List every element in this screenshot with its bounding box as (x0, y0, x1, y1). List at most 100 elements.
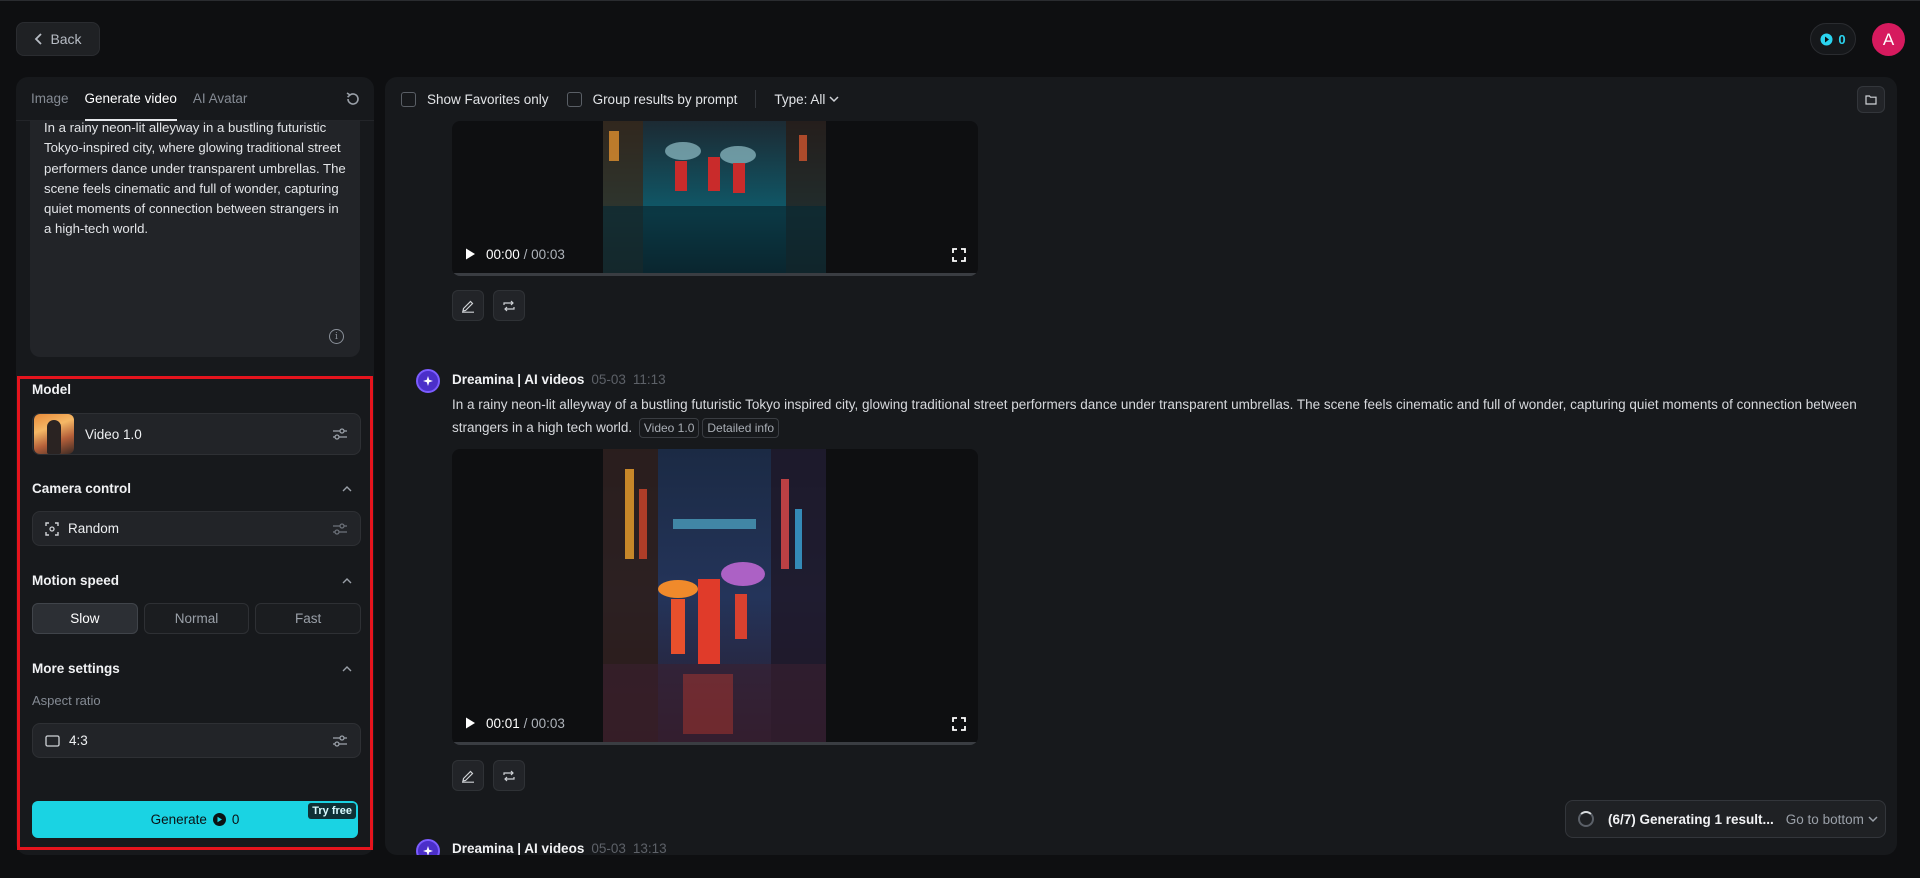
credits-badge[interactable]: 0 (1810, 23, 1856, 55)
camera-section-title: Camera control (32, 481, 132, 496)
chevron-up-icon[interactable] (342, 484, 352, 494)
video-progress-bar[interactable] (452, 742, 978, 745)
entry-date: 05-03 (591, 841, 626, 855)
model-value: Video 1.0 (85, 426, 142, 442)
entry-time: 13:13 (632, 841, 667, 855)
loading-spinner-icon (1578, 811, 1594, 827)
speed-normal-button[interactable]: Normal (143, 603, 250, 634)
detailed-info-link[interactable]: Detailed info (702, 418, 780, 438)
favorites-filter[interactable]: Show Favorites only (401, 91, 549, 107)
play-icon[interactable] (465, 717, 476, 729)
chevron-up-icon[interactable] (342, 576, 352, 586)
results-panel: Show Favorites only Group results by pro… (385, 77, 1897, 855)
motion-section-title: Motion speed (32, 573, 119, 588)
group-label: Group results by prompt (592, 91, 738, 107)
toolbar-divider (755, 90, 757, 108)
favorites-label: Show Favorites only (427, 91, 549, 107)
edit-button[interactable] (452, 290, 484, 321)
type-label: Type: All (774, 91, 826, 107)
info-icon[interactable]: i (329, 329, 344, 344)
chevron-left-icon (35, 33, 43, 45)
go-to-bottom-button[interactable]: Go to bottom (1786, 812, 1878, 827)
top-border (0, 0, 1920, 1)
camera-selector[interactable]: Random (32, 511, 361, 546)
reset-icon[interactable] (344, 90, 362, 108)
generation-status-bar[interactable]: (6/7) Generating 1 result... Go to botto… (1565, 800, 1886, 838)
video-player[interactable]: 00:00 / 00:03 (452, 121, 978, 276)
tab-ai-avatar[interactable]: AI Avatar (193, 77, 248, 121)
entry-header: Dreamina | AI videos 05-03 11:13 (452, 372, 666, 387)
motion-speed-options: Slow Normal Fast (32, 603, 362, 634)
entry-prompt: In a rainy neon-lit alleyway of a bustli… (452, 393, 1872, 439)
aspect-ratio-value: 4:3 (69, 733, 88, 748)
generate-cost: 0 (231, 812, 240, 827)
video-controls: 00:01 / 00:03 (452, 701, 978, 745)
generate-label: Generate (150, 812, 207, 827)
pencil-icon (462, 300, 474, 313)
settings-sliders-icon[interactable] (332, 734, 348, 748)
back-button[interactable]: Back (16, 22, 100, 56)
type-dropdown[interactable]: Type: All (774, 92, 839, 107)
video-current-time: 00:00 (486, 246, 520, 262)
entry-author: Dreamina | AI videos (452, 372, 585, 387)
folder-icon (1865, 95, 1877, 105)
settings-sliders-icon[interactable] (332, 427, 348, 441)
camera-value: Random (68, 521, 120, 536)
results-toolbar: Show Favorites only Group results by pro… (401, 77, 839, 121)
video-current-time: 00:01 (486, 715, 520, 731)
repeat-icon (503, 770, 515, 781)
credit-coin-icon (212, 813, 226, 826)
generate-button[interactable]: Generate 0 Try free (32, 801, 358, 838)
model-tag: Video 1.0 (638, 418, 700, 438)
prompt-textarea[interactable]: In a rainy neon-lit alleyway in a bustli… (30, 120, 360, 357)
regenerate-button[interactable] (493, 760, 525, 791)
model-section-title: Model (32, 382, 71, 397)
user-avatar[interactable]: A (1872, 23, 1905, 56)
chevron-down-icon (1868, 816, 1878, 823)
avatar-letter: A (1882, 29, 1895, 49)
entry-header: Dreamina | AI videos 05-03 13:13 (452, 841, 667, 855)
entry-date: 05-03 (591, 372, 626, 387)
tab-generate-video[interactable]: Generate video (84, 77, 178, 121)
video-duration: / 00:03 (523, 715, 565, 731)
group-filter[interactable]: Group results by prompt (566, 91, 738, 107)
generation-status-text: (6/7) Generating 1 result... (1608, 811, 1774, 827)
repeat-icon (503, 300, 515, 311)
pencil-icon (462, 770, 474, 783)
favorites-checkbox[interactable] (401, 91, 416, 107)
folder-button[interactable] (1857, 86, 1885, 113)
model-thumbnail (34, 414, 74, 454)
fullscreen-icon[interactable] (952, 248, 966, 262)
model-selector[interactable]: Video 1.0 (32, 413, 361, 455)
back-label: Back (50, 31, 82, 47)
play-icon[interactable] (465, 248, 476, 260)
chevron-down-icon (829, 96, 839, 103)
video-controls: 00:00 / 00:03 (452, 232, 978, 276)
fullscreen-icon[interactable] (952, 717, 966, 731)
chevron-up-icon[interactable] (342, 664, 352, 674)
try-free-badge: Try free (308, 803, 356, 819)
prompt-text: In a rainy neon-lit alleyway in a bustli… (44, 120, 346, 237)
go-to-bottom-label: Go to bottom (1785, 811, 1864, 827)
settings-sliders-icon[interactable] (332, 522, 348, 536)
credit-coin-icon (1820, 33, 1833, 45)
speed-fast-button[interactable]: Fast (255, 603, 362, 634)
entry-author: Dreamina | AI videos (452, 841, 585, 855)
dreamina-logo-icon (416, 839, 440, 855)
aspect-ratio-selector[interactable]: 4:3 (32, 723, 361, 758)
speed-slow-button[interactable]: Slow (32, 603, 138, 634)
video-progress-bar[interactable] (452, 273, 978, 276)
video-duration: / 00:03 (523, 246, 565, 262)
aspect-ratio-label: Aspect ratio (32, 693, 101, 708)
credits-count: 0 (1838, 31, 1846, 47)
tab-image[interactable]: Image (31, 77, 69, 121)
dreamina-logo-icon (416, 369, 440, 393)
group-checkbox[interactable] (566, 91, 582, 107)
regenerate-button[interactable] (493, 290, 525, 321)
entry-time: 11:13 (632, 372, 666, 387)
camera-focus-icon (45, 521, 59, 536)
video-player[interactable]: 00:01 / 00:03 (452, 449, 978, 745)
aspect-ratio-icon (45, 734, 60, 747)
edit-button[interactable] (452, 760, 484, 791)
mode-tabs: Image Generate video AI Avatar (16, 77, 374, 121)
